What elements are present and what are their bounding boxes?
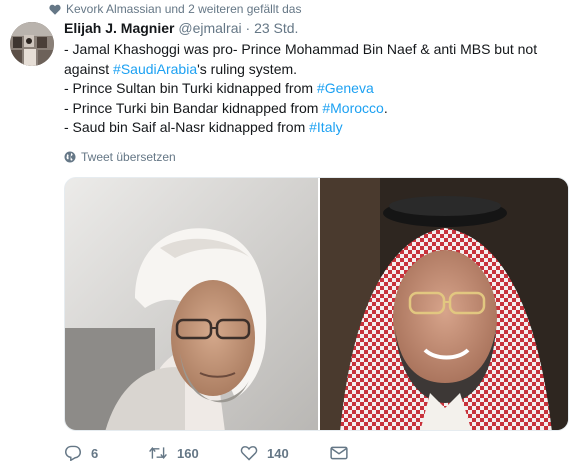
tweet-line: - Jamal Khashoggi was pro- Prince Mohamm… [64, 41, 538, 57]
tweet-line: - Prince Turki bin Bandar kidnapped from… [64, 99, 388, 116]
hashtag-italy[interactable]: #Italy [309, 119, 342, 135]
avatar[interactable] [10, 22, 54, 66]
globe-icon [64, 151, 76, 163]
retweet-icon [149, 446, 167, 460]
hashtag-saudiarabia[interactable]: #SaudiArabia [113, 61, 197, 77]
reply-count: 6 [91, 445, 99, 461]
author-handle[interactable]: @ejmalrai [178, 20, 241, 36]
social-context-text: Kevork Almassian und 2 weiteren gefällt … [66, 2, 302, 16]
photo-mohammed-bin-nayef[interactable] [320, 178, 568, 430]
like-icon [240, 446, 258, 461]
separator-dot: · [245, 20, 251, 36]
photo-jamal-khashoggi[interactable] [65, 178, 318, 430]
translate-label: Tweet übersetzen [81, 150, 176, 164]
envelope-icon [330, 446, 348, 460]
tweet-header: Elijah J. Magnier @ejmalrai · 23 Std. [64, 19, 298, 37]
tweet-line: against #SaudiArabia's ruling system. [64, 60, 298, 77]
timestamp[interactable]: 23 Std. [254, 20, 298, 36]
tweet-actions: 6 160 140 [64, 443, 348, 463]
reply-button[interactable]: 6 [64, 445, 148, 461]
hashtag-geneva[interactable]: #Geneva [317, 80, 374, 96]
tweet-text: - Jamal Khashoggi was pro- Prince Mohamm… [64, 40, 569, 138]
hashtag-morocco[interactable]: #Morocco [322, 100, 383, 116]
like-button[interactable]: 140 [240, 445, 330, 461]
direct-message-button[interactable] [330, 446, 348, 460]
tweet-line: - Prince Sultan bin Turki kidnapped from… [64, 80, 374, 96]
reply-icon [64, 445, 82, 461]
heart-icon [44, 4, 66, 15]
author-name[interactable]: Elijah J. Magnier [64, 20, 174, 36]
like-count: 140 [267, 445, 289, 461]
media-grid [64, 177, 569, 431]
retweet-count: 160 [177, 445, 199, 461]
social-context[interactable]: Kevork Almassian und 2 weiteren gefällt … [47, 1, 301, 17]
retweet-button[interactable]: 160 [148, 446, 240, 461]
tweet-line: - Saud bin Saif al-Nasr kidnapped from #… [64, 119, 343, 135]
translate-tweet-link[interactable]: Tweet übersetzen [64, 150, 176, 164]
